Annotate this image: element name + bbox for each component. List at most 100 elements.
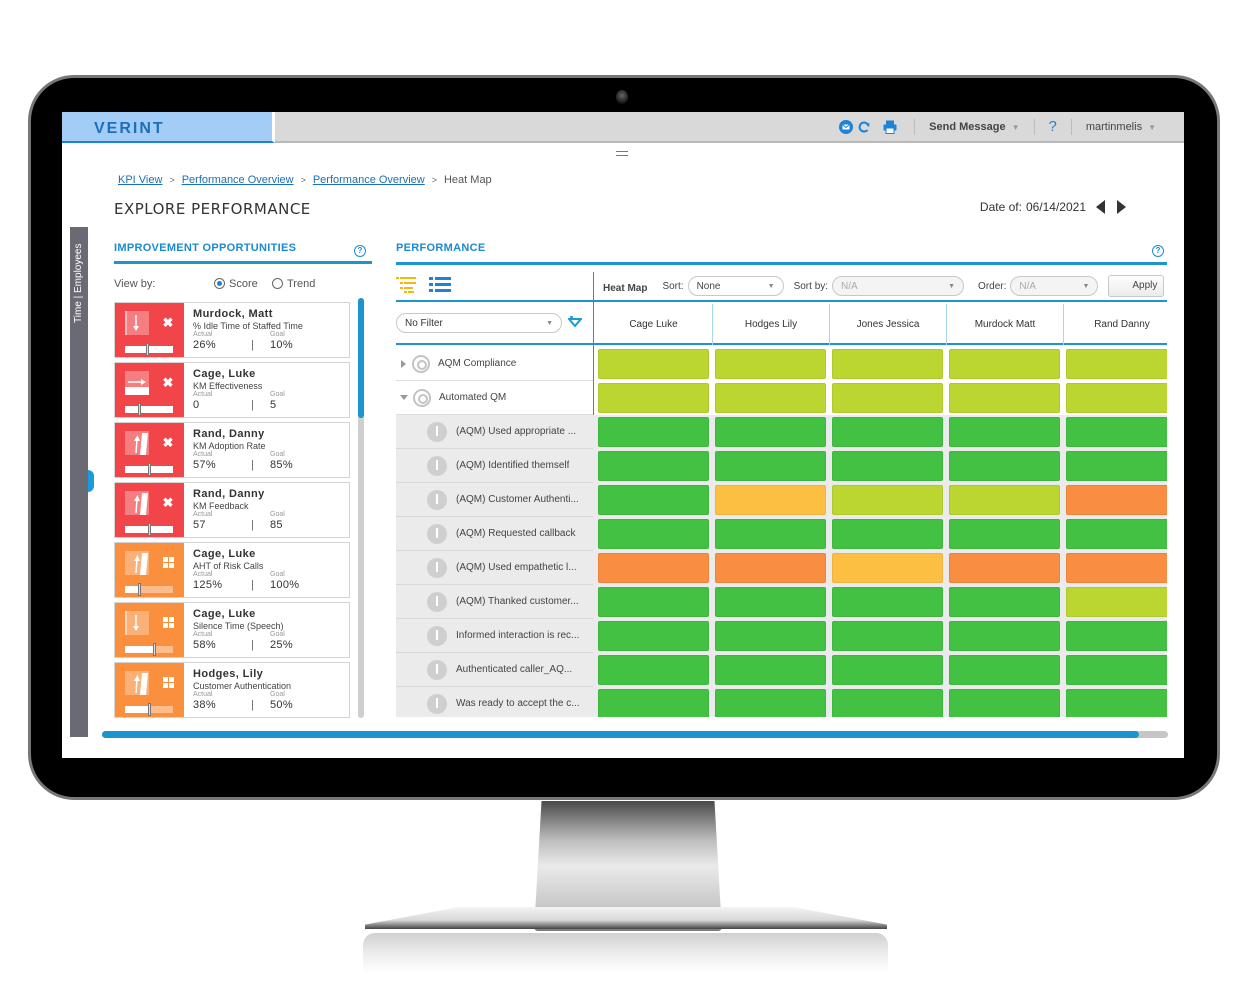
sort-by-select[interactable]: N/A ▼ [832,276,965,296]
heatmap-cell-green[interactable] [949,451,1060,481]
heatmap-cell-green[interactable] [598,587,709,617]
heatmap-cell-green[interactable] [715,689,826,717]
resize-grabber[interactable] [616,151,628,156]
help-icon[interactable]: ? [354,245,366,257]
horizontal-scrollbar[interactable] [102,731,1168,738]
heatmap-cell-orange[interactable] [1066,485,1167,515]
heatmap-cell-lime[interactable] [832,349,943,379]
sort-select[interactable]: None ▼ [687,276,784,296]
row-label[interactable]: (AQM) Identified themself [396,449,593,483]
row-label[interactable]: Automated QM [396,381,593,415]
heatmap-cell-lime[interactable] [715,383,826,413]
caret-down-icon[interactable] [400,395,408,400]
row-label[interactable]: (AQM) Thanked customer... [396,585,593,619]
heatmap-cell-green[interactable] [598,485,709,515]
column-header[interactable]: Cage Luke [595,304,712,345]
heatmap-cell-green[interactable] [1066,655,1167,685]
heatmap-cell-green[interactable] [949,621,1060,651]
breadcrumb-performance-overview[interactable]: Performance Overview [182,174,294,186]
heatmap-cell-lime[interactable] [949,485,1060,515]
heatmap-cell-lime[interactable] [949,349,1060,379]
heatmap-cell-lime[interactable] [832,383,943,413]
list-view-icon[interactable] [429,276,451,299]
heatmap-cell-green[interactable] [949,417,1060,447]
heatmap-cell-green[interactable] [1066,621,1167,651]
heatmap-cell-lime[interactable] [1066,383,1167,413]
filter-select[interactable]: No Filter ▼ [396,313,562,333]
filter-icon[interactable] [566,315,584,333]
opportunity-card[interactable]: Cage, Luke Silence Time (Speech) Actual Goa… [114,602,350,658]
heatmap-cell-green[interactable] [1066,519,1167,549]
heatmap-cell-green[interactable] [715,655,826,685]
expand-panel-handle[interactable] [88,470,94,492]
tree-view-icon[interactable] [396,276,418,299]
opportunity-card[interactable]: ✖ Rand, Danny KM Feedback Actual Goal 57 | 85 [114,482,350,538]
help-button[interactable]: ? [1049,118,1057,135]
heatmap-cell-green[interactable] [832,417,943,447]
order-select[interactable]: N/A ▼ [1010,276,1099,296]
print-icon[interactable] [882,119,898,135]
heatmap-cell-green[interactable] [598,621,709,651]
brand-logo[interactable]: VERINT [62,112,275,143]
heatmap-cell-green[interactable] [832,689,943,717]
heatmap-cell-green[interactable] [949,655,1060,685]
opportunity-card[interactable]: Cage, Luke AHT of Risk Calls Actual Goal 125… [114,542,350,598]
heatmap-cell-green[interactable] [832,451,943,481]
heatmap-cell-green[interactable] [832,621,943,651]
heatmap-cell-green[interactable] [598,451,709,481]
heatmap-cell-lime[interactable] [949,383,1060,413]
heatmap-cell-green[interactable] [715,451,826,481]
heatmap-cell-green[interactable] [715,417,826,447]
time-employees-tab[interactable]: Time | Employees [70,227,88,737]
heatmap-cell-green[interactable] [598,519,709,549]
row-label[interactable]: (AQM) Used appropriate ... [396,415,593,449]
heatmap-cell-yellow[interactable] [715,485,826,515]
heatmap-cell-lime[interactable] [598,383,709,413]
scrollbar-thumb[interactable] [358,298,364,418]
row-label[interactable]: Was ready to accept the c... [396,687,593,717]
heatmap-cell-green[interactable] [598,417,709,447]
heatmap-cell-orange[interactable] [598,553,709,583]
heatmap-cell-green[interactable] [1066,451,1167,481]
heatmap-cell-lime[interactable] [598,349,709,379]
row-label[interactable]: (AQM) Requested callback [396,517,593,551]
next-date-icon[interactable] [1117,200,1126,214]
heatmap-cell-green[interactable] [949,689,1060,717]
mail-icon[interactable] [838,119,854,135]
heatmap-cell-green[interactable] [949,587,1060,617]
row-label[interactable]: Authenticated caller_AQ... [396,653,593,687]
heatmap-cell-yellow[interactable] [832,553,943,583]
radio-score[interactable]: Score [214,278,258,290]
heatmap-cell-green[interactable] [715,621,826,651]
row-label[interactable]: (AQM) Used empathetic l... [396,551,593,585]
row-label[interactable]: AQM Compliance [396,347,593,381]
heatmap-cell-green[interactable] [832,587,943,617]
heatmap-cell-lime[interactable] [832,485,943,515]
heatmap-cell-orange[interactable] [1066,553,1167,583]
help-icon[interactable]: ? [1152,245,1164,257]
heatmap-cell-green[interactable] [832,519,943,549]
column-header[interactable]: Jones Jessica [829,304,946,345]
heatmap-cell-green[interactable] [598,655,709,685]
caret-right-icon[interactable] [401,359,406,368]
breadcrumb-kpi-view[interactable]: KPI View [118,174,162,186]
heatmap-cell-green[interactable] [598,689,709,717]
previous-date-icon[interactable] [1096,200,1105,214]
user-menu[interactable]: martinmelis ▼ [1086,121,1156,133]
row-label[interactable]: (AQM) Customer Authenti... [396,483,593,517]
heatmap-cell-lime[interactable] [715,349,826,379]
opportunity-card[interactable]: Hodges, Lily Customer Authentication Actua… [114,662,350,718]
column-header[interactable]: Rand Danny [1063,304,1180,345]
heatmap-cell-green[interactable] [715,519,826,549]
heatmap-cell-lime[interactable] [1066,587,1167,617]
cards-scrollbar[interactable] [358,298,364,718]
radio-button[interactable] [272,278,283,289]
heatmap-cell-orange[interactable] [949,553,1060,583]
row-label[interactable]: Informed interaction is rec... [396,619,593,653]
heatmap-cell-lime[interactable] [1066,349,1167,379]
opportunity-card[interactable]: ✖ Murdock, Matt% Idle Time of Staffed Tim… [114,302,350,358]
heatmap-cell-green[interactable] [1066,689,1167,717]
column-header[interactable]: Murdock Matt [946,304,1063,345]
apply-button[interactable]: Apply [1108,275,1165,297]
heatmap-cell-green[interactable] [949,519,1060,549]
